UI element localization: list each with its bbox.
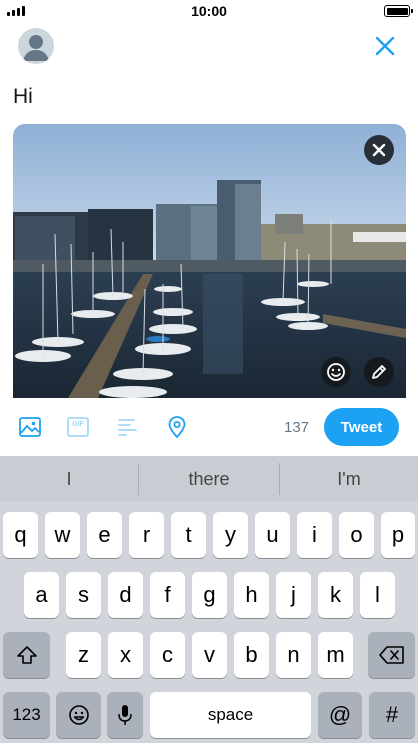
key-k[interactable]: k xyxy=(318,572,353,618)
hash-key[interactable]: # xyxy=(369,692,415,738)
smiley-icon xyxy=(327,363,345,381)
key-z[interactable]: z xyxy=(66,632,101,678)
key-x[interactable]: x xyxy=(108,632,143,678)
key-e[interactable]: e xyxy=(87,512,122,558)
key-m[interactable]: m xyxy=(318,632,353,678)
key-v[interactable]: v xyxy=(192,632,227,678)
key-w[interactable]: w xyxy=(45,512,80,558)
status-bar: 10:00 xyxy=(0,0,418,22)
key-l[interactable]: l xyxy=(360,572,395,618)
key-h[interactable]: h xyxy=(234,572,269,618)
space-key[interactable]: space xyxy=(150,692,311,738)
dictation-key[interactable] xyxy=(107,692,143,738)
gif-icon[interactable]: GIF xyxy=(66,415,90,439)
poll-icon[interactable] xyxy=(116,415,140,439)
key-o[interactable]: o xyxy=(339,512,374,558)
shift-key[interactable] xyxy=(3,632,50,678)
key-a[interactable]: a xyxy=(24,572,59,618)
key-g[interactable]: g xyxy=(192,572,227,618)
gif-label: GIF xyxy=(72,421,84,428)
prediction-3[interactable]: I'm xyxy=(280,456,418,502)
key-p[interactable]: p xyxy=(381,512,415,558)
close-icon[interactable] xyxy=(374,35,396,57)
key-u[interactable]: u xyxy=(255,512,290,558)
key-t[interactable]: t xyxy=(171,512,206,558)
remove-photo-button[interactable] xyxy=(364,135,394,165)
image-icon[interactable] xyxy=(18,415,42,439)
delete-key[interactable] xyxy=(368,632,415,678)
key-q[interactable]: q xyxy=(3,512,38,558)
key-f[interactable]: f xyxy=(150,572,185,618)
key-j[interactable]: j xyxy=(276,572,311,618)
key-d[interactable]: d xyxy=(108,572,143,618)
location-icon[interactable] xyxy=(165,415,189,439)
character-counter: 137 xyxy=(284,419,310,436)
emoji-key[interactable] xyxy=(56,692,101,738)
numbers-key[interactable]: 123 xyxy=(3,692,50,738)
prediction-1[interactable]: I xyxy=(0,456,138,502)
prediction-2[interactable]: there xyxy=(139,456,279,502)
emoji-icon xyxy=(68,705,89,725)
battery-icon xyxy=(384,5,413,17)
at-key[interactable]: @ xyxy=(318,692,362,738)
key-s[interactable]: s xyxy=(66,572,101,618)
avatar[interactable] xyxy=(18,28,54,64)
shift-icon xyxy=(16,646,37,664)
edit-photo-button[interactable] xyxy=(364,357,394,387)
tweet-button[interactable]: Tweet xyxy=(324,408,399,446)
backspace-icon xyxy=(378,646,404,664)
status-time: 10:00 xyxy=(191,3,227,19)
key-n[interactable]: n xyxy=(276,632,311,678)
tweet-text-input[interactable]: Hi xyxy=(13,85,33,109)
key-b[interactable]: b xyxy=(234,632,269,678)
key-r[interactable]: r xyxy=(129,512,164,558)
close-icon xyxy=(372,143,386,157)
key-y[interactable]: y xyxy=(213,512,248,558)
key-c[interactable]: c xyxy=(150,632,185,678)
pencil-icon xyxy=(372,365,386,379)
sticker-button[interactable] xyxy=(321,357,351,387)
key-i[interactable]: i xyxy=(297,512,332,558)
microphone-icon xyxy=(118,705,132,725)
